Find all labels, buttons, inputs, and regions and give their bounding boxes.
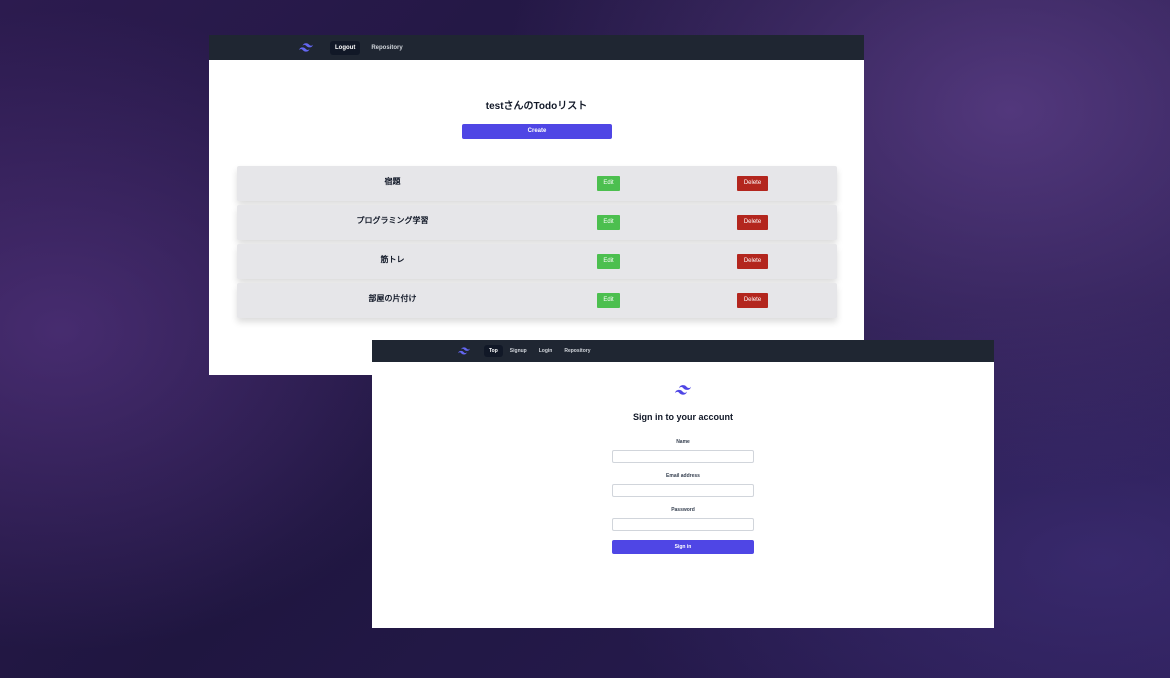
todo-list-window: Logout Repository testさんのTodoリスト Create …	[209, 35, 864, 375]
edit-button[interactable]: Edit	[597, 215, 620, 230]
sign-in-button[interactable]: Sign in	[612, 540, 754, 554]
tailwind-logo-icon[interactable]	[299, 43, 313, 53]
edit-button[interactable]: Edit	[597, 176, 620, 191]
email-field[interactable]	[612, 484, 754, 497]
todo-navbar: Logout Repository	[209, 35, 864, 60]
delete-button[interactable]: Delete	[737, 176, 768, 191]
tailwind-logo-icon	[675, 382, 691, 395]
nav-repository-link[interactable]: Repository	[366, 41, 407, 55]
todo-name: 宿題	[384, 177, 401, 186]
nav-top-link[interactable]: Top	[484, 345, 503, 357]
email-label: Email address	[666, 473, 700, 479]
signin-navbar: Top Signup Login Repository	[372, 340, 994, 362]
name-label: Name	[676, 439, 690, 445]
signin-title: Sign in to your account	[632, 412, 733, 422]
todo-row: 筋トレ Edit Delete	[237, 244, 837, 279]
todo-row: プログラミング学習 Edit Delete	[237, 205, 837, 240]
password-field[interactable]	[612, 518, 754, 531]
todo-list: 宿題 Edit Delete プログラミング学習 Edit Delete 筋トレ…	[237, 166, 837, 322]
create-button[interactable]: Create	[462, 124, 612, 139]
todo-name: 筋トレ	[380, 255, 405, 264]
nav-repository-link[interactable]: Repository	[559, 345, 595, 357]
nav-signup-link[interactable]: Signup	[505, 345, 532, 357]
delete-button[interactable]: Delete	[737, 215, 768, 230]
tailwind-logo-icon[interactable]	[458, 346, 470, 356]
delete-button[interactable]: Delete	[737, 293, 768, 308]
name-field[interactable]	[612, 450, 754, 463]
todo-row: 部屋の片付け Edit Delete	[237, 283, 837, 318]
todo-row: 宿題 Edit Delete	[237, 166, 837, 201]
delete-button[interactable]: Delete	[737, 254, 768, 269]
todo-name: 部屋の片付け	[368, 294, 417, 303]
edit-button[interactable]: Edit	[597, 293, 620, 308]
nav-login-link[interactable]: Login	[534, 345, 558, 357]
signin-window: Top Signup Login Repository Sign in to y…	[372, 340, 994, 628]
page-title: testさんのTodoリスト	[485, 101, 588, 112]
todo-name: プログラミング学習	[356, 216, 429, 225]
password-label: Password	[671, 507, 695, 513]
edit-button[interactable]: Edit	[597, 254, 620, 269]
nav-logout-link[interactable]: Logout	[330, 40, 361, 55]
